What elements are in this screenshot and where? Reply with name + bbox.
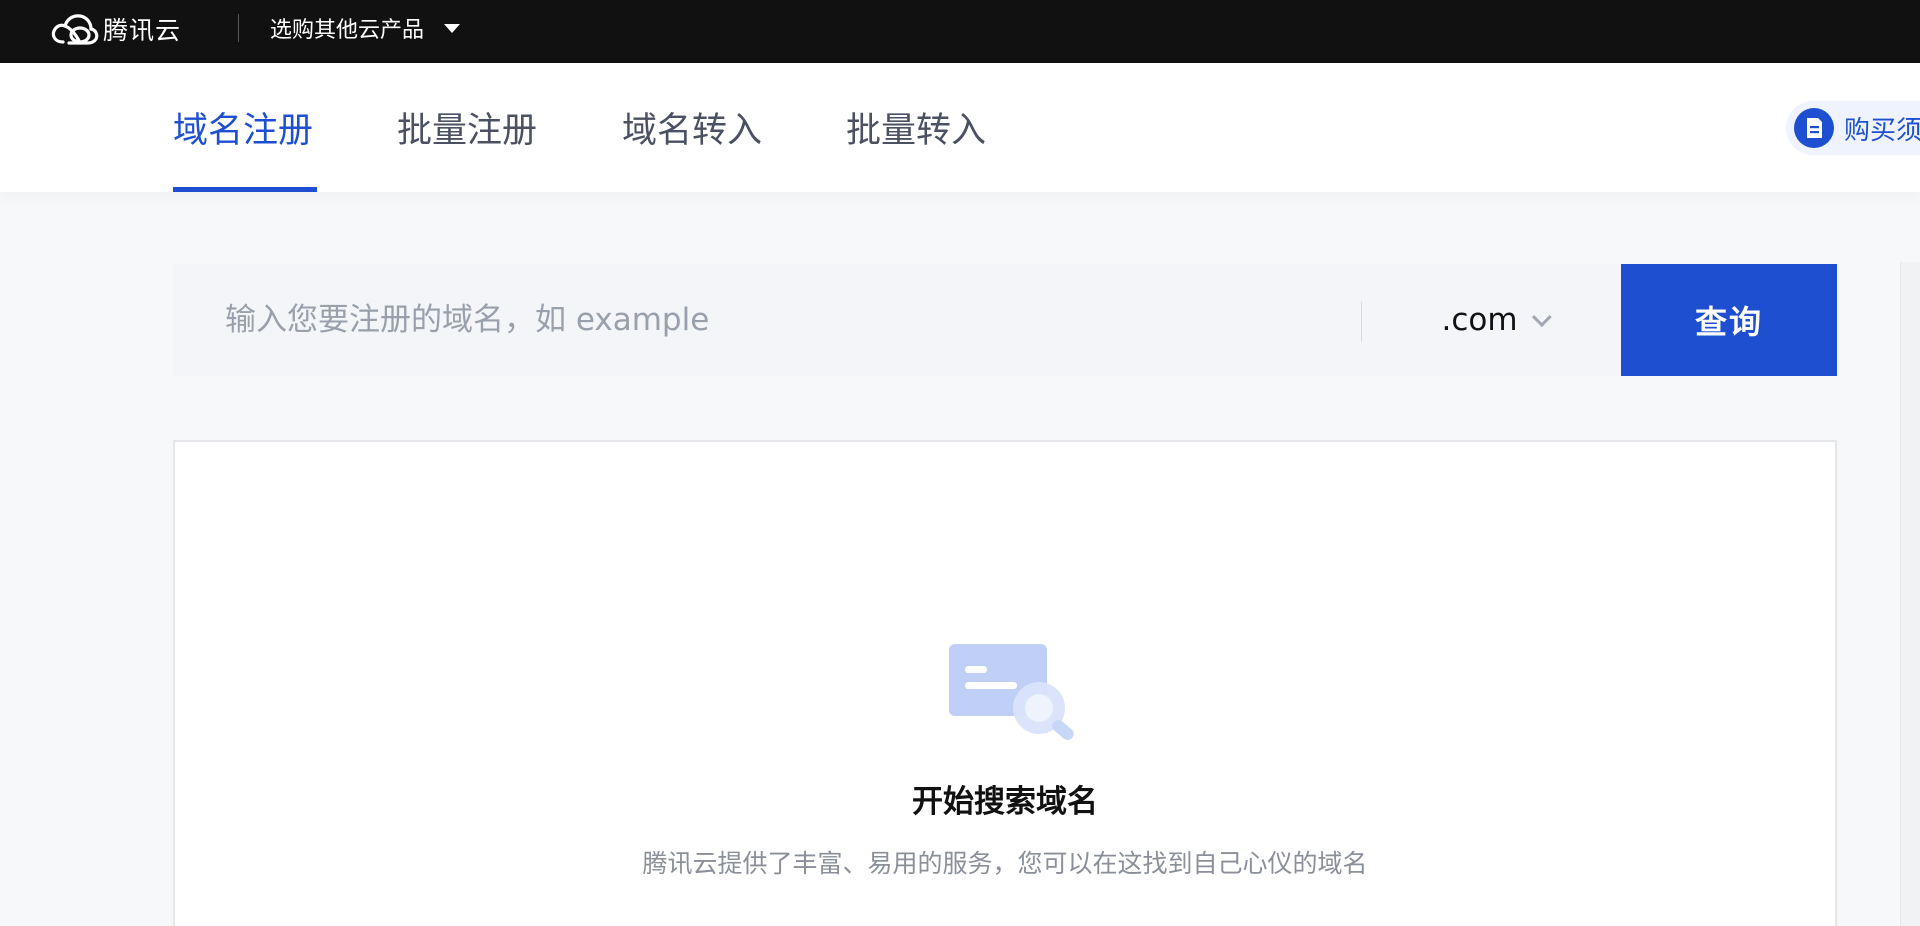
search-button[interactable]: 查询 [1621,264,1837,376]
tab-domain-register[interactable]: 域名注册 [173,63,317,192]
domain-search-input[interactable] [173,264,1361,376]
search-results-panel: 开始搜索域名 腾讯云提供了丰富、易用的服务，您可以在这找到自己心仪的域名 [173,440,1837,926]
domain-suffix-select[interactable]: .com [1362,264,1625,376]
notice-icon-circle [1794,108,1834,148]
tab-domain-transfer[interactable]: 域名转入 [622,63,762,192]
chevron-down-icon [1531,307,1552,328]
tab-batch-transfer[interactable]: 批量转入 [846,63,986,192]
topbar-divider [238,14,239,42]
empty-state-description: 腾讯云提供了丰富、易用的服务，您可以在这找到自己心仪的域名 [642,849,1368,878]
purchase-notice-button[interactable]: 购买须知 [1786,101,1920,155]
caret-down-icon [444,23,461,33]
other-products-dropdown[interactable]: 选购其他云产品 [270,10,461,46]
cloud-logo-icon [51,14,99,45]
empty-state-title: 开始搜索域名 [912,784,1098,820]
empty-search-illustration-icon [949,644,1074,740]
domain-tab-bar: 域名注册 批量注册 域名转入 批量转入 [0,63,1920,192]
document-icon [1807,118,1822,138]
right-side-panel-edge [1900,262,1920,926]
tencent-cloud-logo[interactable]: 腾讯云 [49,9,181,49]
top-navigation-bar: 腾讯云 选购其他云产品 [0,0,1920,63]
tab-batch-register[interactable]: 批量注册 [397,63,537,192]
other-products-label: 选购其他云产品 [270,18,425,43]
logo-text: 腾讯云 [103,16,182,45]
purchase-notice-label: 购买须知 [1844,115,1920,146]
domain-search-bar: .com 查询 [173,264,1837,376]
domain-suffix-value: .com [1441,302,1518,338]
